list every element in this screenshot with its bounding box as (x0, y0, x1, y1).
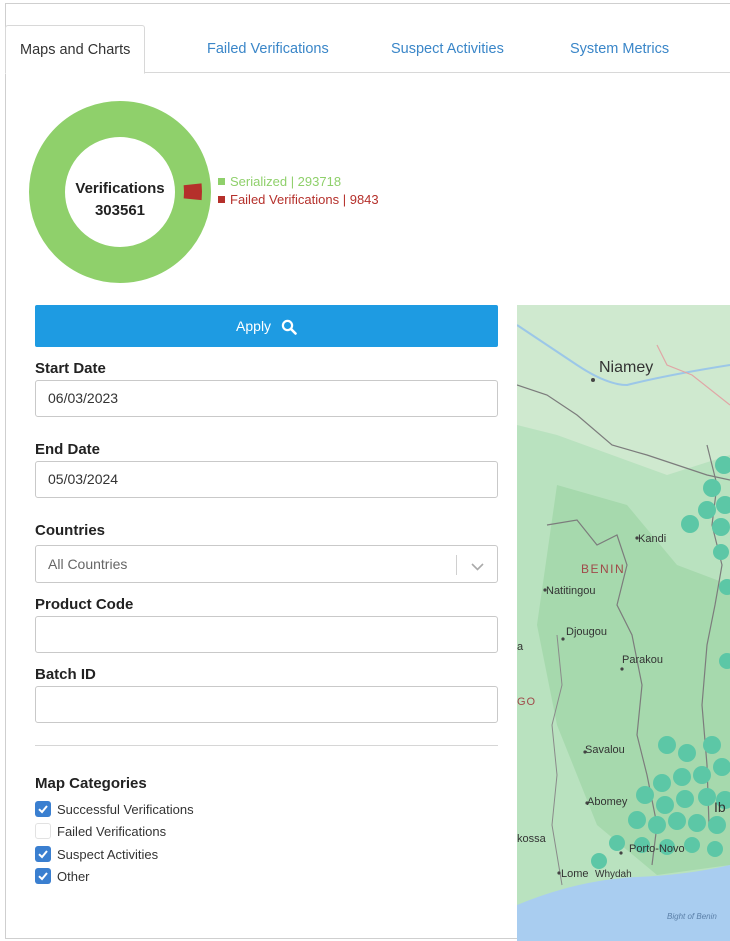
map-svg[interactable]: Niamey Kandi BENIN Natitingou Djougou Pa… (517, 305, 730, 941)
select-separator (456, 555, 457, 575)
map-label-abomey: Abomey (587, 796, 628, 808)
apply-button[interactable]: Apply (35, 305, 498, 347)
map-label-lome: Lome (561, 868, 589, 880)
tab-maps-and-charts[interactable]: Maps and Charts (5, 25, 146, 74)
category-label: Successful Verifications (57, 801, 194, 817)
batch-id-input[interactable] (35, 686, 498, 723)
verification-map[interactable]: Niamey Kandi BENIN Natitingou Djougou Pa… (517, 305, 730, 941)
legend-swatch-failed (218, 196, 225, 203)
map-label-natitingou: Natitingou (546, 585, 596, 597)
category-label: Other (57, 868, 90, 884)
countries-select-value: All Countries (48, 556, 128, 572)
donut-legend: Serialized | 293718 Failed Verifications… (218, 173, 379, 209)
batch-id-label: Batch ID (35, 666, 96, 683)
map-label-niamey: Niamey (599, 359, 653, 376)
donut-total: 303561 (94, 202, 146, 219)
end-date-input[interactable]: 05/03/2024 (35, 461, 498, 498)
map-label-bight-of-benin: Bight of Benin (667, 912, 717, 921)
start-date-label: Start Date (35, 360, 106, 377)
category-successful-verifications[interactable]: Successful Verifications (35, 800, 194, 818)
legend-item-failed: Failed Verifications | 9843 (218, 191, 379, 209)
map-label-parakou: Parakou (622, 654, 663, 666)
tab-system-metrics[interactable]: System Metrics (556, 25, 683, 73)
map-label-kossa: kossa (517, 833, 547, 845)
chevron-down-icon[interactable] (471, 559, 484, 577)
donut-title: Verifications (75, 180, 165, 197)
start-date-input[interactable]: 06/03/2023 (35, 380, 498, 417)
countries-label: Countries (35, 522, 106, 539)
end-date-label: End Date (35, 441, 101, 458)
product-code-label: Product Code (35, 596, 134, 613)
legend-label-failed: Failed Verifications | 9843 (230, 192, 379, 207)
map-categories-title: Map Categories (35, 775, 147, 792)
map-label-whydah: Whydah (595, 869, 632, 880)
map-label-benin: BENIN (581, 562, 625, 576)
checkbox-checked-icon[interactable] (35, 846, 51, 862)
apply-label: Apply (236, 318, 272, 334)
checkbox-unchecked-icon[interactable] (35, 823, 51, 839)
tab-suspect-activities[interactable]: Suspect Activities (377, 25, 518, 73)
legend-item-serialized: Serialized | 293718 (218, 173, 379, 191)
map-label-a: a (517, 641, 524, 653)
category-label: Failed Verifications (57, 823, 167, 839)
tab-failed-verifications[interactable]: Failed Verifications (193, 25, 343, 73)
map-label-porto-novo: Porto-Novo (629, 843, 685, 855)
map-label-ibadan: Ib (714, 799, 726, 815)
legend-label-serialized: Serialized | 293718 (230, 174, 342, 189)
search-icon (281, 309, 297, 351)
legend-swatch-serialized (218, 178, 225, 185)
category-other[interactable]: Other (35, 867, 90, 885)
tab-bar: Maps and Charts Failed Verifications Sus… (5, 25, 730, 74)
map-label-savalou: Savalou (585, 744, 625, 756)
donut-center-text: Verifications 303561 (28, 178, 212, 222)
category-failed-verifications[interactable]: Failed Verifications (35, 822, 166, 840)
map-label-kandi: Kandi (638, 533, 666, 545)
category-label: Suspect Activities (57, 846, 159, 862)
countries-select[interactable]: All Countries (35, 545, 498, 583)
verifications-donut-chart: Verifications 303561 (28, 100, 214, 291)
map-label-djougou: Djougou (566, 626, 607, 638)
checkbox-checked-icon[interactable] (35, 801, 51, 817)
checkbox-checked-icon[interactable] (35, 868, 51, 884)
product-code-input[interactable] (35, 616, 498, 653)
category-suspect-activities[interactable]: Suspect Activities (35, 845, 158, 863)
map-label-go: GO (517, 696, 536, 708)
section-divider (35, 745, 498, 746)
